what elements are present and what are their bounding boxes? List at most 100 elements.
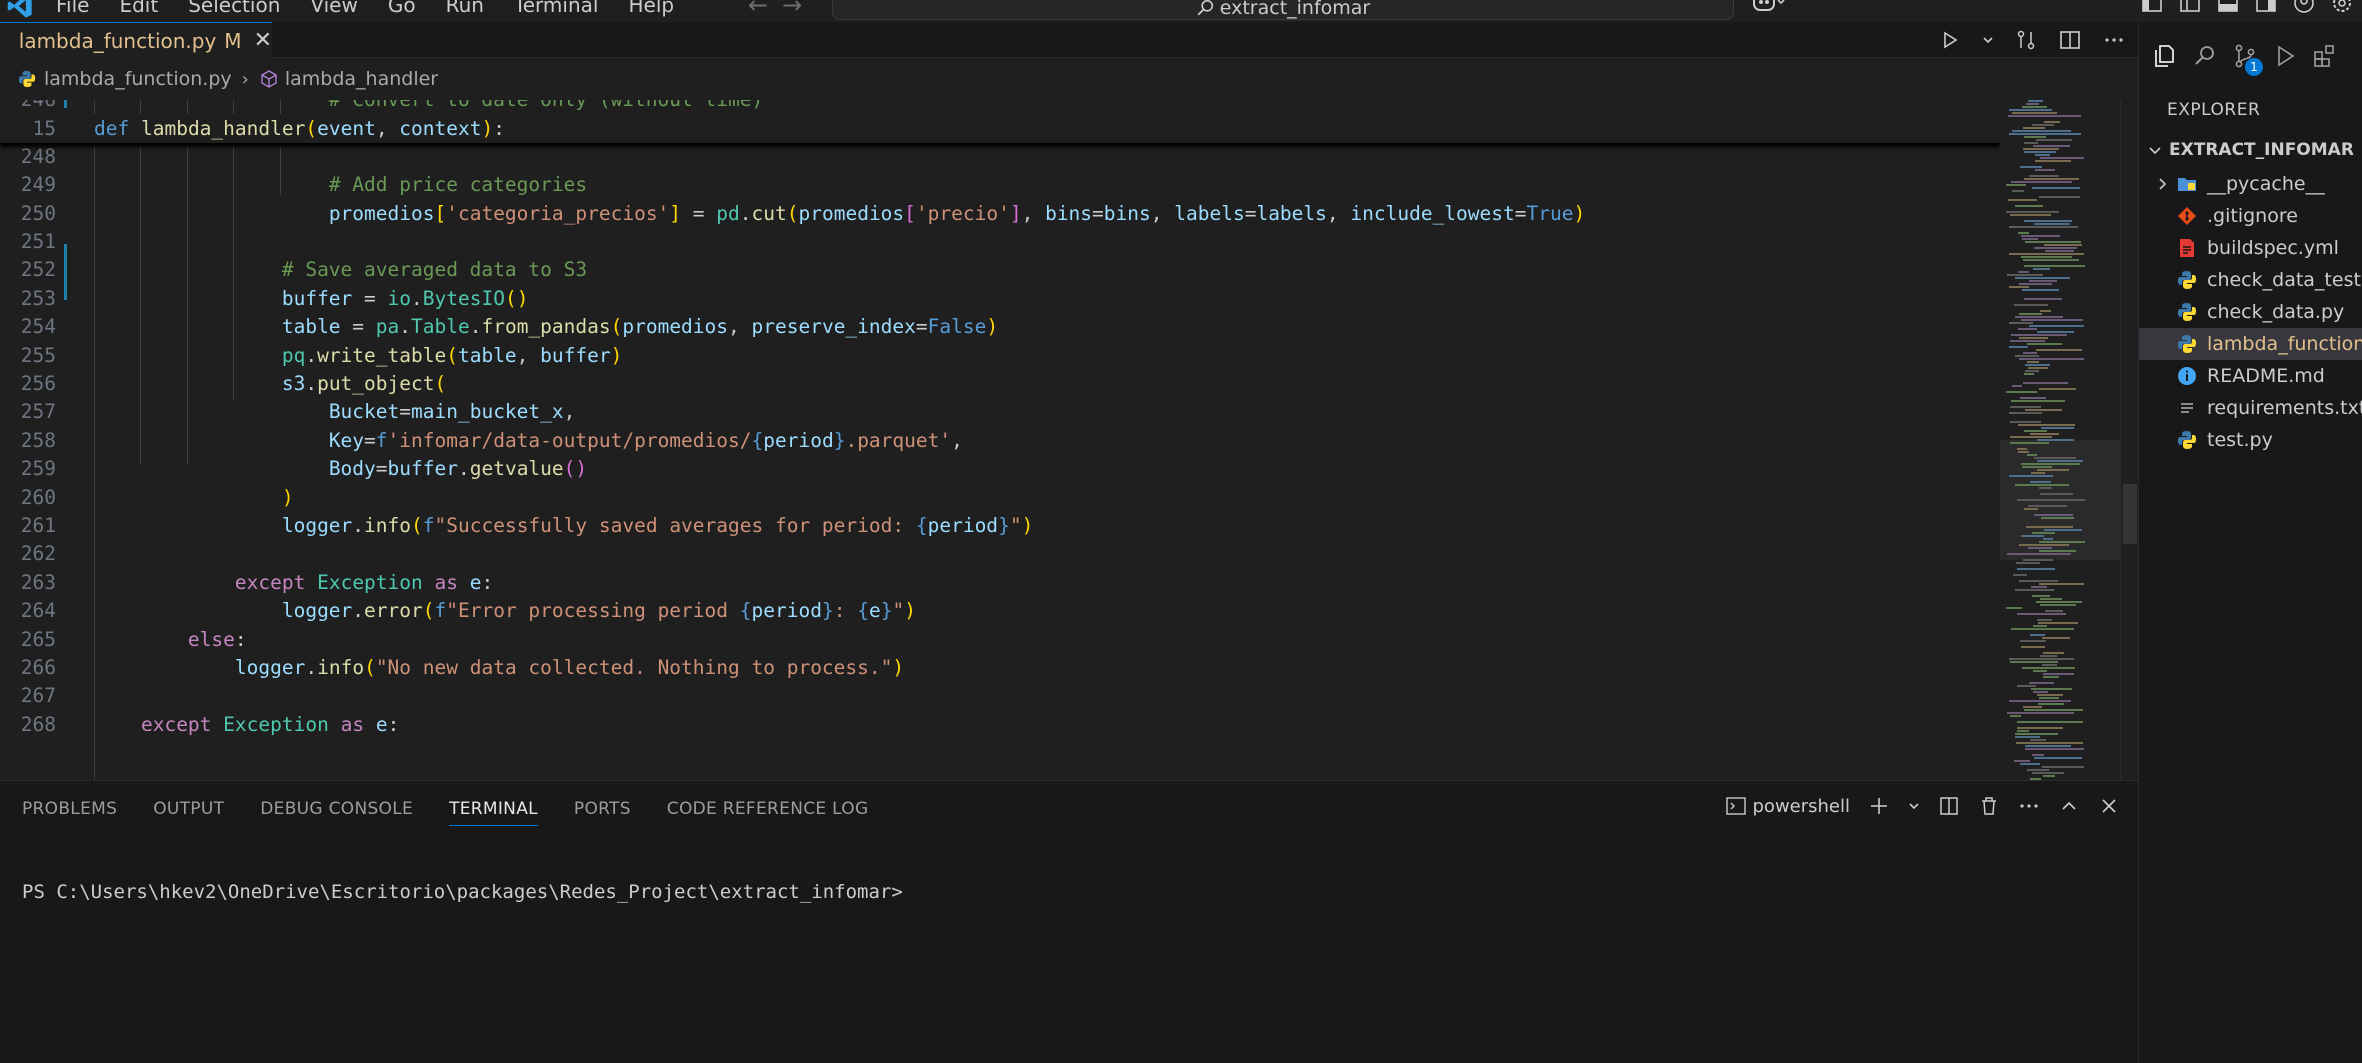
file-item-pycache[interactable]: __pycache__ (2139, 168, 2362, 200)
minimap-line (2019, 313, 2042, 315)
tab-terminal[interactable]: TERMINAL (449, 799, 538, 826)
code-row: 257 Bucket=main_bucket_x, (0, 398, 2000, 426)
file-item-check-data-test[interactable]: check_data_test.py (2139, 264, 2362, 296)
minimap-line (2033, 145, 2070, 147)
file-item-test[interactable]: test.py (2139, 424, 2362, 456)
menu-view[interactable]: View (310, 0, 357, 17)
python-file-icon (18, 70, 36, 88)
forward-arrow-icon[interactable]: → (782, 0, 816, 19)
code-row: 263 except Exception as e: (0, 569, 2000, 597)
tab-lambda-function[interactable]: lambda_function.py M ✕ (0, 22, 272, 58)
minimap-line (2009, 700, 2071, 702)
sticky-scroll-header[interactable]: 15 def lambda_handler(event, context): (0, 114, 2000, 144)
scrollbar-thumb[interactable] (2123, 484, 2137, 544)
editor-tab-bar: lambda_function.py M ✕ (0, 22, 2138, 58)
file-item-check-data[interactable]: check_data.py (2139, 296, 2362, 328)
minimap-line (2011, 181, 2072, 183)
chevron-down-icon[interactable] (1982, 28, 1994, 52)
minimap-line (2028, 100, 2043, 102)
chevron-down-icon (2149, 147, 2161, 155)
code-editor[interactable]: 15 def lambda_handler(event, context): 2… (0, 100, 2000, 780)
line-number: 246 (0, 100, 56, 114)
more-actions-icon[interactable] (2102, 28, 2126, 52)
run-icon[interactable] (1938, 28, 1962, 52)
extensions-icon[interactable] (2311, 42, 2339, 70)
breadcrumb-file[interactable]: lambda_function.py (44, 68, 232, 90)
settings-gear-icon[interactable] (2330, 0, 2354, 15)
menu-run[interactable]: Run (446, 0, 484, 17)
menu-file[interactable]: File (56, 0, 89, 17)
layout-secondary-sidebar-icon[interactable] (2254, 0, 2278, 15)
minimap-line (2009, 253, 2084, 255)
run-debug-icon[interactable] (2271, 42, 2299, 70)
chevron-down-icon[interactable] (1908, 795, 1920, 817)
maximize-panel-icon[interactable] (2058, 795, 2080, 817)
line-number: 268 (20, 712, 56, 736)
layout-panel-icon[interactable] (2216, 0, 2240, 15)
file-item-gitignore[interactable]: .gitignore (2139, 200, 2362, 232)
terminal-prompt[interactable]: PS C:\Users\hkev2\OneDrive\Escritorio\pa… (22, 881, 903, 903)
code-row: 250 promedios['categoria_precios'] = pd.… (0, 200, 2000, 228)
new-terminal-icon[interactable] (1868, 795, 1890, 817)
tab-code-reference-log[interactable]: CODE REFERENCE LOG (667, 799, 869, 826)
layout-panel-left-icon[interactable] (2140, 0, 2164, 15)
split-editor-icon[interactable] (2058, 28, 2082, 52)
minimap-line (2033, 625, 2047, 627)
tab-problems[interactable]: PROBLEMS (22, 799, 117, 826)
trash-icon[interactable] (1978, 795, 2000, 817)
tab-ports[interactable]: PORTS (574, 799, 631, 826)
minimap-line (2045, 250, 2074, 252)
minimap-line (2019, 358, 2084, 360)
layout-sidebar-icon[interactable] (2178, 0, 2202, 15)
split-terminal-icon[interactable] (1938, 795, 1960, 817)
tab-debug-console[interactable]: DEBUG CONSOLE (260, 799, 413, 826)
minimap-line (2024, 373, 2034, 375)
tab-output[interactable]: OUTPUT (153, 799, 224, 826)
copilot-icon[interactable] (1752, 0, 1786, 16)
menu-terminal[interactable]: Terminal (514, 0, 599, 17)
menu-help[interactable]: Help (628, 0, 674, 17)
minimap-line (2029, 682, 2054, 684)
minimap-line (2006, 211, 2059, 213)
line-number: 262 (20, 542, 56, 566)
back-arrow-icon[interactable]: ← (748, 0, 782, 19)
minimap-line (2007, 553, 2071, 555)
project-folder-header[interactable]: EXTRACT_INFOMAR (2147, 140, 2354, 160)
explorer-files-icon[interactable] (2151, 42, 2179, 70)
account-icon[interactable] (2292, 0, 2316, 15)
terminal-shell-selector[interactable]: powershell (1725, 795, 1850, 817)
command-center-label: extract_infomar (1219, 0, 1371, 19)
minimap-line (2012, 385, 2022, 387)
source-control[interactable]: 1 (2231, 42, 2263, 76)
editor-scrollbar[interactable] (2120, 100, 2138, 780)
minimap-line (2022, 466, 2052, 468)
code-row: 249 # Add price categories (0, 171, 2000, 199)
minimap-line (2015, 733, 2058, 735)
code-row: 268 except Exception as e: (0, 711, 2000, 739)
compare-changes-icon[interactable] (2014, 28, 2038, 52)
menu-edit[interactable]: Edit (119, 0, 158, 17)
minimap-line (2037, 331, 2074, 333)
file-item-buildspec[interactable]: buildspec.yml (2139, 232, 2362, 264)
menu-selection[interactable]: Selection (188, 0, 280, 17)
close-icon[interactable] (2098, 795, 2120, 817)
menu-go[interactable]: Go (388, 0, 416, 17)
file-item-requirements[interactable]: requirements.txt (2139, 392, 2362, 424)
more-actions-icon[interactable] (2018, 795, 2040, 817)
file-name: lambda_function.py (2207, 333, 2362, 355)
close-icon[interactable]: ✕ (254, 28, 272, 53)
code-row: 248 (0, 143, 2000, 171)
search-icon[interactable] (2191, 42, 2219, 70)
file-item-lambda-function[interactable]: lambda_function.py (2139, 328, 2362, 360)
breadcrumb-symbol[interactable]: lambda_handler (285, 68, 438, 90)
file-item-readme[interactable]: README.md (2139, 360, 2362, 392)
minimap[interactable] (2000, 100, 2120, 780)
minimap-line (2040, 598, 2062, 600)
command-center[interactable]: extract_infomar (832, 0, 1734, 20)
info-icon (2178, 367, 2196, 385)
python-file-icon (10, 40, 11, 41)
minimap-line (2009, 322, 2033, 324)
minimap-line (2023, 148, 2059, 150)
minimap-line (2018, 271, 2029, 273)
title-bar: File Edit Selection View Go Run Terminal… (0, 0, 2362, 22)
